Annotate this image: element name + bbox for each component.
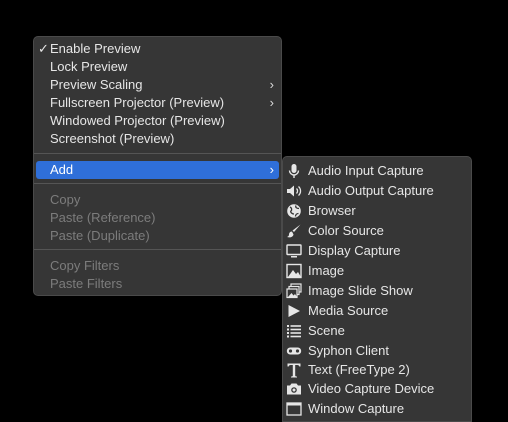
submenu-item-window-capture[interactable]: Window Capture (283, 399, 471, 419)
submenu-item-label: Image Slide Show (308, 283, 413, 298)
microphone-icon (286, 163, 302, 179)
menu-item-copy-filters: Copy Filters (34, 257, 281, 275)
menu-item-label: Fullscreen Projector (Preview) (50, 95, 225, 110)
slideshow-icon (286, 283, 302, 299)
submenu-item-image[interactable]: Image (283, 261, 471, 281)
submenu-item-display-capture[interactable]: Display Capture (283, 241, 471, 261)
image-icon (286, 263, 302, 279)
globe-icon (286, 203, 302, 219)
add-submenu: Audio Input Capture Audio Output Capture… (282, 156, 472, 422)
paintbrush-icon (286, 223, 302, 239)
menu-separator (34, 249, 281, 250)
menu-item-screenshot[interactable]: Screenshot (Preview) (34, 130, 281, 148)
menu-item-fullscreen-projector[interactable]: Fullscreen Projector (Preview) › (34, 94, 281, 112)
submenu-item-label: Audio Output Capture (308, 183, 434, 198)
chevron-right-icon: › (269, 77, 274, 92)
menu-item-label: Screenshot (Preview) (50, 131, 175, 146)
menu-item-label: Paste (Reference) (50, 210, 156, 225)
menu-item-label: Copy Filters (50, 258, 120, 273)
context-menu: ✓ Enable Preview Lock Preview Preview Sc… (33, 36, 282, 296)
submenu-item-media-source[interactable]: Media Source (283, 301, 471, 321)
monitor-icon (286, 243, 302, 259)
submenu-item-audio-output-capture[interactable]: Audio Output Capture (283, 181, 471, 201)
submenu-item-scene[interactable]: Scene (283, 321, 471, 341)
submenu-item-label: Video Capture Device (308, 381, 435, 396)
submenu-item-label: Color Source (308, 223, 384, 238)
menu-item-lock-preview[interactable]: Lock Preview (34, 58, 281, 76)
submenu-item-label: Scene (308, 323, 345, 338)
gamepad-icon (286, 343, 302, 359)
submenu-item-browser[interactable]: Browser (283, 201, 471, 221)
submenu-item-label: Media Source (308, 303, 389, 318)
submenu-item-audio-input-capture[interactable]: Audio Input Capture (283, 161, 471, 181)
camera-icon (286, 381, 302, 397)
list-icon (286, 323, 302, 339)
chevron-right-icon: › (269, 162, 274, 177)
menu-item-windowed-projector[interactable]: Windowed Projector (Preview) (34, 112, 281, 130)
menu-item-label: Add (50, 162, 74, 177)
menu-separator (34, 153, 281, 154)
menu-item-add[interactable]: Add › (36, 161, 279, 179)
submenu-item-label: Audio Input Capture (308, 163, 424, 178)
menu-item-label: Paste Filters (50, 276, 123, 291)
menu-item-label: Windowed Projector (Preview) (50, 113, 225, 128)
submenu-item-label: Browser (308, 203, 356, 218)
menu-item-paste-duplicate: Paste (Duplicate) (34, 227, 281, 245)
menu-item-copy: Copy (34, 191, 281, 209)
menu-item-enable-preview[interactable]: ✓ Enable Preview (34, 40, 281, 58)
checkmark-icon: ✓ (38, 41, 49, 56)
menu-item-label: Preview Scaling (50, 77, 143, 92)
submenu-item-video-capture-device[interactable]: Video Capture Device (283, 379, 471, 399)
play-icon (286, 303, 302, 319)
chevron-right-icon: › (269, 95, 274, 110)
menu-item-label: Paste (Duplicate) (50, 228, 150, 243)
menu-separator (34, 183, 281, 184)
submenu-item-label: Window Capture (308, 401, 405, 416)
text-icon (286, 362, 302, 378)
menu-item-paste-filters: Paste Filters (34, 275, 281, 293)
menu-item-preview-scaling[interactable]: Preview Scaling › (34, 76, 281, 94)
submenu-item-label: Image (308, 263, 345, 278)
window-icon (286, 401, 302, 417)
menu-item-label: Enable Preview (50, 41, 141, 56)
submenu-item-syphon-client[interactable]: Syphon Client (283, 341, 471, 361)
menu-item-label: Copy (50, 192, 81, 207)
submenu-item-label: Text (FreeType 2) (308, 362, 410, 377)
submenu-item-text-freetype[interactable]: Text (FreeType 2) (283, 360, 471, 380)
submenu-item-label: Display Capture (308, 243, 401, 258)
submenu-item-image-slide-show[interactable]: Image Slide Show (283, 281, 471, 301)
menu-item-label: Lock Preview (50, 59, 128, 74)
submenu-item-label: Syphon Client (308, 343, 389, 358)
menu-item-paste-reference: Paste (Reference) (34, 209, 281, 227)
submenu-item-color-source[interactable]: Color Source (283, 221, 471, 241)
speaker-icon (286, 183, 302, 199)
